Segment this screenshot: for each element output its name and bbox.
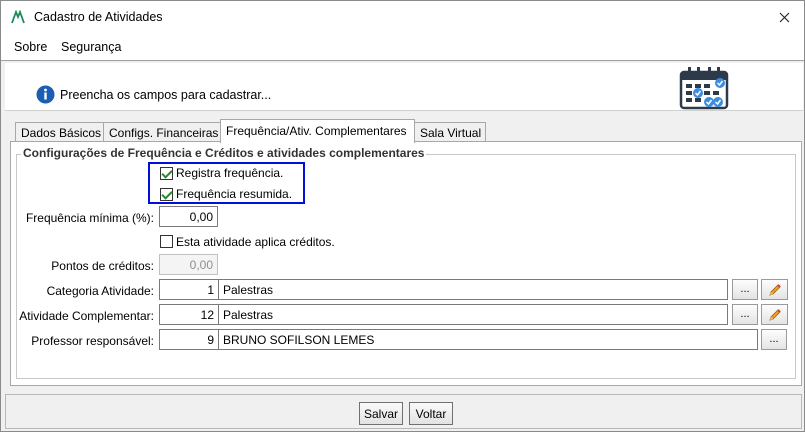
aplica-creditos-checkbox[interactable] <box>160 235 173 248</box>
tab-dados-basicos[interactable]: Dados Básicos <box>15 122 104 142</box>
complementar-search-button[interactable]: ... <box>732 304 758 325</box>
aplica-creditos-label: Esta atividade aplica créditos. <box>176 235 335 249</box>
pontos-creditos-label: Pontos de créditos: <box>51 259 154 273</box>
professor-name-input[interactable]: BRUNO SOFILSON LEMES <box>218 329 758 350</box>
header-panel: Preencha os campos para cadastrar... <box>5 63 803 111</box>
complementar-name-input[interactable]: Palestras <box>218 304 728 325</box>
tab-configs-financeiras[interactable]: Configs. Financeiras <box>103 122 221 142</box>
frequencia-resumida-label: Frequência resumida. <box>176 187 293 201</box>
dialog-window: Cadastro de Atividades Sobre Segurança P… <box>0 0 805 432</box>
categoria-name-input[interactable]: Palestras <box>218 279 728 300</box>
menu-item-sobre[interactable]: Sobre <box>14 40 47 54</box>
atividade-complementar-label: Atividade Complementar: <box>19 309 154 323</box>
save-button[interactable]: Salvar <box>359 402 403 425</box>
calendar-check-icon <box>679 67 729 110</box>
professor-search-button[interactable]: ... <box>761 329 787 350</box>
tab-sala-virtual[interactable]: Sala Virtual <box>414 122 486 142</box>
pontos-creditos-input[interactable]: 0,00 <box>159 254 218 275</box>
registra-frequencia-checkbox[interactable] <box>160 167 173 180</box>
info-icon <box>36 85 55 104</box>
pencil-icon <box>768 308 781 321</box>
window-title: Cadastro de Atividades <box>34 10 163 24</box>
frequencia-minima-label: Frequência mínima (%): <box>25 211 154 225</box>
professor-code-input[interactable]: 9 <box>159 329 219 350</box>
close-button[interactable] <box>765 1 803 34</box>
tab-frequencia-ativ-complementares[interactable]: Frequência/Ativ. Complementares <box>220 119 415 143</box>
title-bar: Cadastro de Atividades <box>1 1 804 34</box>
pencil-icon <box>768 283 781 296</box>
app-logo-icon <box>11 10 25 24</box>
back-button[interactable]: Voltar <box>409 402 453 425</box>
frequencia-resumida-checkbox[interactable] <box>160 188 173 201</box>
frequencia-minima-input[interactable]: 0,00 <box>159 206 218 227</box>
professor-responsavel-label: Professor responsável: <box>31 334 154 348</box>
menu-bar: Sobre Segurança <box>1 34 804 60</box>
categoria-code-input[interactable]: 1 <box>159 279 219 300</box>
registra-frequencia-label: Registra frequência. <box>176 166 284 180</box>
header-message: Preencha os campos para cadastrar... <box>60 88 272 102</box>
categoria-edit-button[interactable] <box>761 279 788 300</box>
menu-item-seguranca[interactable]: Segurança <box>61 40 121 54</box>
categoria-atividade-label: Categoria Atividade: <box>46 284 154 298</box>
footer-bar: Salvar Voltar <box>5 394 802 429</box>
close-icon <box>779 12 789 23</box>
group-title: Configurações de Frequência e Créditos e… <box>21 146 427 160</box>
categoria-search-button[interactable]: ... <box>732 279 758 300</box>
menu-separator <box>1 60 804 61</box>
complementar-code-input[interactable]: 12 <box>159 304 219 325</box>
complementar-edit-button[interactable] <box>761 304 788 325</box>
